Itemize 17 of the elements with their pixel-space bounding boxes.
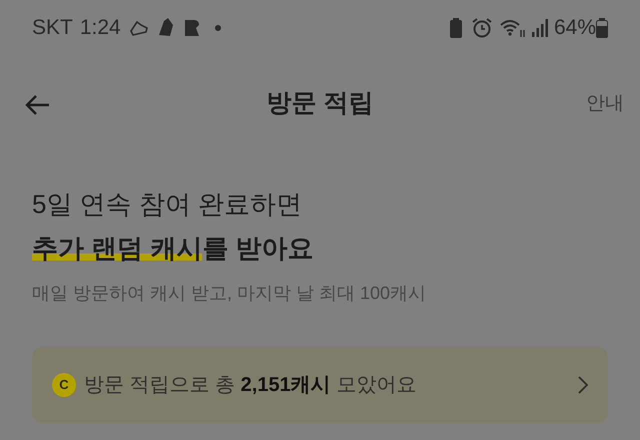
battery-saver-icon (450, 18, 462, 38)
chevron-right-icon (578, 376, 588, 394)
battery-percentage: 64% (554, 15, 596, 42)
page-title: 방문 적립 (266, 88, 374, 120)
signal-icon (532, 19, 548, 37)
battery-icon (596, 18, 608, 38)
subtitle: 매일 방문하여 캐시 받고, 마지막 날 최대 100캐시 (32, 282, 428, 305)
coin-icon: C (52, 373, 76, 397)
alarm-icon (472, 18, 492, 38)
carrier: SKT (32, 15, 73, 42)
wifi-icon (500, 18, 526, 38)
summary-text: 방문 적립으로 총 2,151캐시 모았어요 (84, 373, 416, 398)
back-icon (24, 94, 50, 116)
info-link[interactable]: 안내 (586, 90, 624, 118)
summary-card[interactable]: C 방문 적립으로 총 2,151캐시 모았어요 (32, 347, 608, 423)
clock: 1:24 (80, 15, 121, 42)
app-icon (184, 20, 199, 36)
